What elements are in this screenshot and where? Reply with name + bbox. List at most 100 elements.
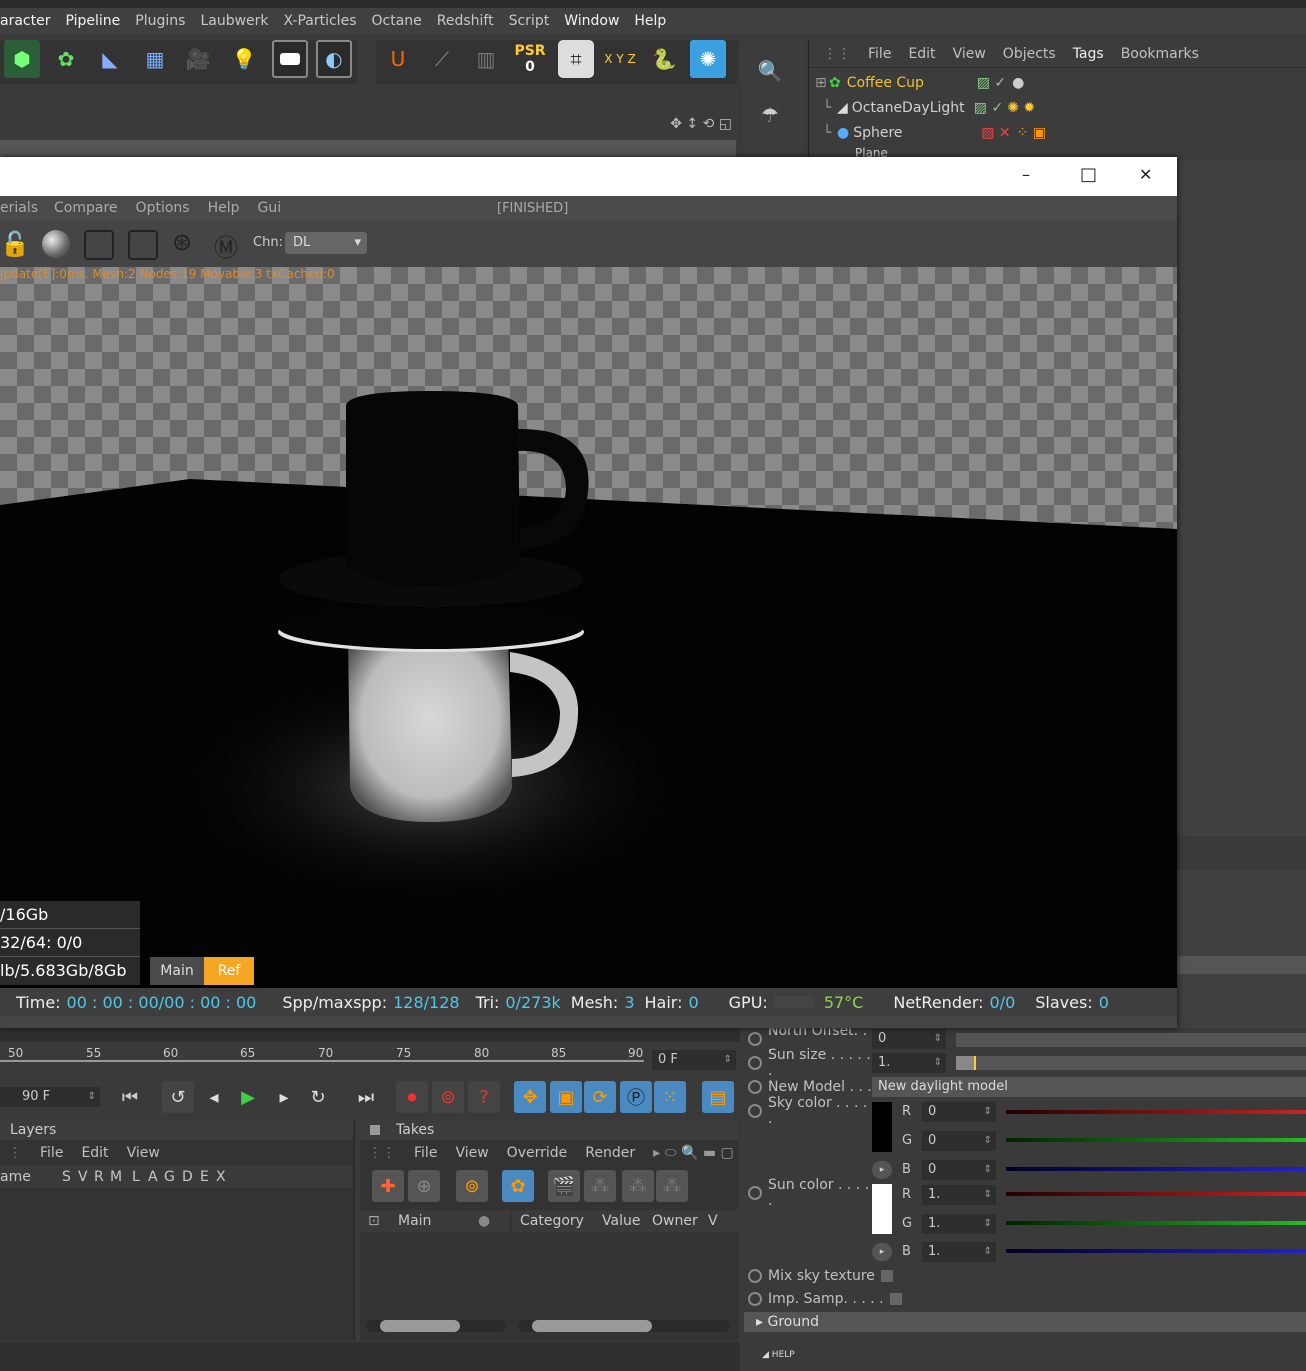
take-option-icon[interactable]: ⁂: [656, 1170, 688, 1202]
region-icon[interactable]: [84, 230, 114, 260]
object-name[interactable]: Coffee Cup: [847, 75, 973, 91]
override-icon[interactable]: ⊚: [456, 1170, 488, 1202]
sun-b-field[interactable]: 1. ⇕: [922, 1242, 996, 1262]
lock-icon[interactable]: 🔓: [0, 230, 30, 258]
om-menu-file[interactable]: File: [868, 46, 891, 62]
object-name[interactable]: OctaneDayLight: [852, 100, 970, 116]
object-tag-icon[interactable]: ⁘ ▣: [1017, 125, 1046, 141]
material-ball-icon[interactable]: [42, 230, 70, 258]
layers-col-name[interactable]: ame: [0, 1169, 62, 1185]
imp-samp-checkbox[interactable]: [889, 1293, 902, 1305]
takes-tree-scrollbar[interactable]: [366, 1320, 506, 1332]
workplane-icon[interactable]: ⌗: [558, 40, 594, 78]
animate-icon[interactable]: [748, 1186, 762, 1200]
layers-col-flag[interactable]: D: [182, 1169, 200, 1185]
param-key-icon[interactable]: Ⓟ: [620, 1081, 652, 1113]
autokey-icon[interactable]: ⊚: [432, 1081, 464, 1113]
sun-size-field[interactable]: 1. ⇕: [872, 1053, 946, 1073]
menu-plugins[interactable]: Plugins: [135, 13, 185, 29]
layers-col-flag[interactable]: M: [110, 1169, 132, 1185]
environment-icon[interactable]: ◐: [316, 40, 352, 78]
layers-menu-view[interactable]: View: [127, 1145, 160, 1161]
timeline-icon[interactable]: ▤: [702, 1081, 734, 1113]
octane-material-icon[interactable]: 🔍: [752, 52, 788, 90]
tab-main[interactable]: Main: [150, 957, 204, 985]
move-key-icon[interactable]: ✥: [514, 1081, 546, 1113]
camera-icon[interactable]: 🎥: [180, 40, 216, 78]
takes-col-owner[interactable]: Owner: [652, 1213, 708, 1229]
om-menu-view[interactable]: View: [953, 46, 986, 62]
channel-select[interactable]: DL ▾: [285, 232, 367, 254]
sky-color-swatch[interactable]: [872, 1102, 892, 1152]
parachute-icon[interactable]: ☂: [752, 96, 788, 134]
timeline[interactable]: 50 55 60 65 70 75 80 85 90 0 F ⇕: [0, 1042, 740, 1076]
om-menu-objects[interactable]: Objects: [1003, 46, 1056, 62]
takes-props-scrollbar[interactable]: [518, 1320, 730, 1332]
rotate-key-icon[interactable]: ⟳: [584, 1081, 616, 1113]
grid-icon[interactable]: ▥: [468, 40, 504, 78]
add-take-icon[interactable]: ✚: [372, 1170, 404, 1202]
layers-col-flag[interactable]: R: [94, 1169, 110, 1185]
layers-menu-file[interactable]: File: [40, 1145, 63, 1161]
layers-col-flag[interactable]: L: [132, 1169, 148, 1185]
close-icon[interactable]: ✕: [1139, 165, 1152, 184]
layers-menu-edit[interactable]: Edit: [81, 1145, 108, 1161]
sun-expand-icon[interactable]: ▸: [872, 1243, 892, 1261]
sky-b-slider[interactable]: [1006, 1167, 1306, 1171]
take-option-icon[interactable]: ⁂: [622, 1170, 654, 1202]
menu-pipeline[interactable]: Pipeline: [65, 13, 120, 29]
step-forward-icon[interactable]: ▸: [268, 1081, 300, 1113]
scale-key-icon[interactable]: ▣: [550, 1081, 582, 1113]
animate-icon[interactable]: [748, 1292, 762, 1306]
sky-b-field[interactable]: 0 ⇕: [922, 1160, 996, 1180]
sky-g-slider[interactable]: [1006, 1138, 1306, 1142]
axis-icon[interactable]: X Y Z: [602, 40, 638, 78]
menu-help[interactable]: Help: [634, 13, 666, 29]
takes-menu-file[interactable]: File: [414, 1145, 437, 1161]
animate-icon[interactable]: [748, 1056, 762, 1070]
magnet-icon[interactable]: U: [380, 40, 416, 78]
visibility-icon[interactable]: ▨ ✓: [974, 100, 1003, 116]
takes-col-category[interactable]: Category: [512, 1213, 602, 1229]
takes-col-v[interactable]: V: [708, 1213, 718, 1229]
python-icon[interactable]: 🐍: [646, 40, 682, 78]
floor-icon[interactable]: [272, 40, 308, 78]
play-icon[interactable]: ▶: [232, 1081, 264, 1113]
sun-r-slider[interactable]: [1006, 1192, 1306, 1196]
psr-icon[interactable]: PSR 0: [512, 40, 548, 78]
sky-g-field[interactable]: 0 ⇕: [922, 1131, 996, 1151]
sun-g-slider[interactable]: [1006, 1221, 1306, 1225]
clone-take-icon[interactable]: ⊕: [408, 1170, 440, 1202]
octane-menu-compare[interactable]: Compare: [54, 200, 118, 216]
generator-icon[interactable]: ✿: [48, 40, 84, 78]
layers-col-flag[interactable]: V: [78, 1169, 94, 1185]
layers-col-flag[interactable]: G: [164, 1169, 182, 1185]
layers-col-flag[interactable]: A: [148, 1169, 164, 1185]
minimize-icon[interactable]: –: [1022, 165, 1030, 184]
animate-icon[interactable]: [748, 1080, 762, 1094]
visibility-icon[interactable]: ▨ ✕: [981, 125, 1010, 141]
menu-xparticles[interactable]: X-Particles: [284, 13, 357, 29]
menu-laubwerk[interactable]: Laubwerk: [200, 13, 268, 29]
loop-forward-icon[interactable]: ↻: [302, 1081, 334, 1113]
viewport-nav-icon[interactable]: ✥ ↕ ⟲ ◱: [670, 116, 732, 132]
loop-back-icon[interactable]: ↺: [162, 1081, 194, 1113]
expand-icon[interactable]: ⊞: [815, 75, 829, 91]
sun-b-slider[interactable]: [1006, 1249, 1306, 1253]
takes-toolbar-icons[interactable]: ▸ ⬭ 🔍 ▬ ▢: [653, 1145, 734, 1161]
sun-g-field[interactable]: 1. ⇕: [922, 1214, 996, 1234]
menu-script[interactable]: Script: [509, 13, 550, 29]
layers-col-flag[interactable]: E: [200, 1169, 216, 1185]
animate-icon[interactable]: [748, 1104, 762, 1118]
sky-r-field[interactable]: 0 ⇕: [922, 1102, 996, 1122]
maximize-icon[interactable]: □: [1080, 164, 1097, 185]
animate-icon[interactable]: [748, 1269, 762, 1283]
north-offset-slider[interactable]: [956, 1033, 1306, 1047]
octane-menu-materials[interactable]: erials: [0, 200, 38, 216]
sun-size-slider[interactable]: [956, 1056, 1306, 1070]
sky-expand-icon[interactable]: ▸: [872, 1161, 892, 1179]
end-frame-field[interactable]: 90 F ⇕: [0, 1087, 100, 1107]
new-model-dropdown[interactable]: New daylight model: [872, 1077, 1306, 1097]
menu-character[interactable]: aracter: [0, 13, 50, 29]
go-to-start-icon[interactable]: ⏮: [114, 1081, 146, 1113]
